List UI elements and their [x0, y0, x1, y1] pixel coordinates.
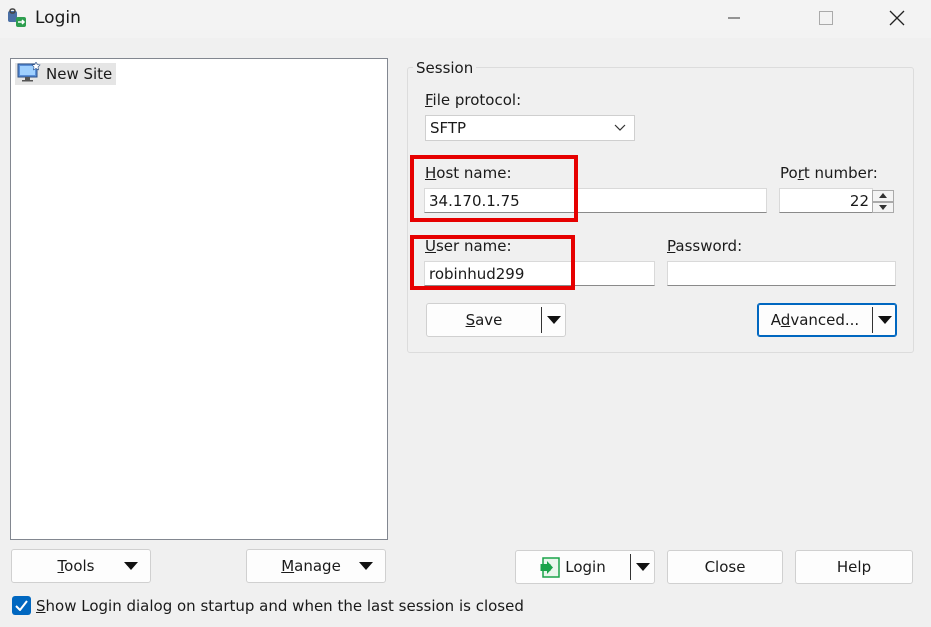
chevron-down-icon — [614, 124, 626, 131]
tools-button[interactable]: Tools — [11, 549, 151, 583]
checkmark-icon — [15, 600, 28, 611]
port-number-label: Port number: — [780, 164, 878, 182]
login-icon — [540, 556, 561, 578]
login-button[interactable]: Login — [515, 550, 655, 584]
maximize-button[interactable] — [803, 0, 849, 36]
minimize-button[interactable] — [711, 0, 757, 36]
maximize-icon — [819, 11, 833, 25]
login-button-main: Login — [516, 556, 630, 578]
tree-item-new-site[interactable]: New Site — [15, 61, 117, 86]
show-login-checkbox-label[interactable]: Show Login dialog on startup and when th… — [36, 597, 524, 615]
window-title: Login — [35, 8, 81, 28]
arrow-down-icon — [879, 204, 887, 210]
host-name-label: Host name: — [425, 164, 512, 182]
caret-down-icon — [546, 316, 561, 324]
manage-button-label: Manage — [281, 557, 341, 575]
caret-down-icon — [124, 562, 138, 570]
save-button-label: Save — [465, 311, 503, 329]
save-dropdown[interactable] — [542, 316, 565, 324]
advanced-dropdown[interactable] — [873, 316, 896, 324]
minimize-icon — [728, 17, 740, 19]
new-site-monitor-icon — [17, 61, 41, 86]
close-icon — [889, 10, 905, 26]
login-dropdown[interactable] — [631, 563, 654, 571]
help-button[interactable]: Help — [795, 550, 913, 584]
file-protocol-label: File protocol: — [425, 91, 522, 109]
caret-down-icon — [359, 562, 373, 570]
user-name-label: User name: — [425, 237, 512, 255]
advanced-button-label: Advanced... — [770, 311, 860, 329]
password-label: Password: — [667, 237, 743, 255]
tools-button-label: Tools — [57, 557, 95, 575]
manage-button[interactable]: Manage — [246, 549, 386, 583]
port-number-input[interactable]: 22 — [779, 188, 873, 213]
caret-down-icon — [877, 316, 892, 324]
caret-down-icon — [635, 563, 650, 571]
arrow-up-icon — [879, 193, 887, 199]
site-tree[interactable]: New Site — [10, 58, 388, 540]
tree-item-label: New Site — [46, 65, 113, 83]
show-login-checkbox[interactable] — [12, 596, 31, 615]
password-input[interactable] — [667, 261, 896, 286]
spin-up-button[interactable] — [872, 190, 894, 202]
user-name-input[interactable]: robinhud299 — [424, 261, 655, 286]
title-bar — [0, 0, 931, 38]
host-name-input[interactable]: 34.170.1.75 — [424, 188, 767, 213]
save-button[interactable]: Save — [426, 303, 566, 337]
port-spinner[interactable] — [872, 190, 894, 213]
session-group-label: Session — [413, 59, 477, 77]
spin-down-button[interactable] — [872, 201, 894, 213]
winscp-app-icon — [7, 8, 27, 28]
advanced-button[interactable]: Advanced... — [757, 303, 897, 337]
close-window-button[interactable] — [874, 0, 920, 36]
file-protocol-select[interactable]: SFTP — [425, 115, 635, 141]
file-protocol-value: SFTP — [430, 119, 467, 137]
close-button[interactable]: Close — [667, 550, 783, 584]
